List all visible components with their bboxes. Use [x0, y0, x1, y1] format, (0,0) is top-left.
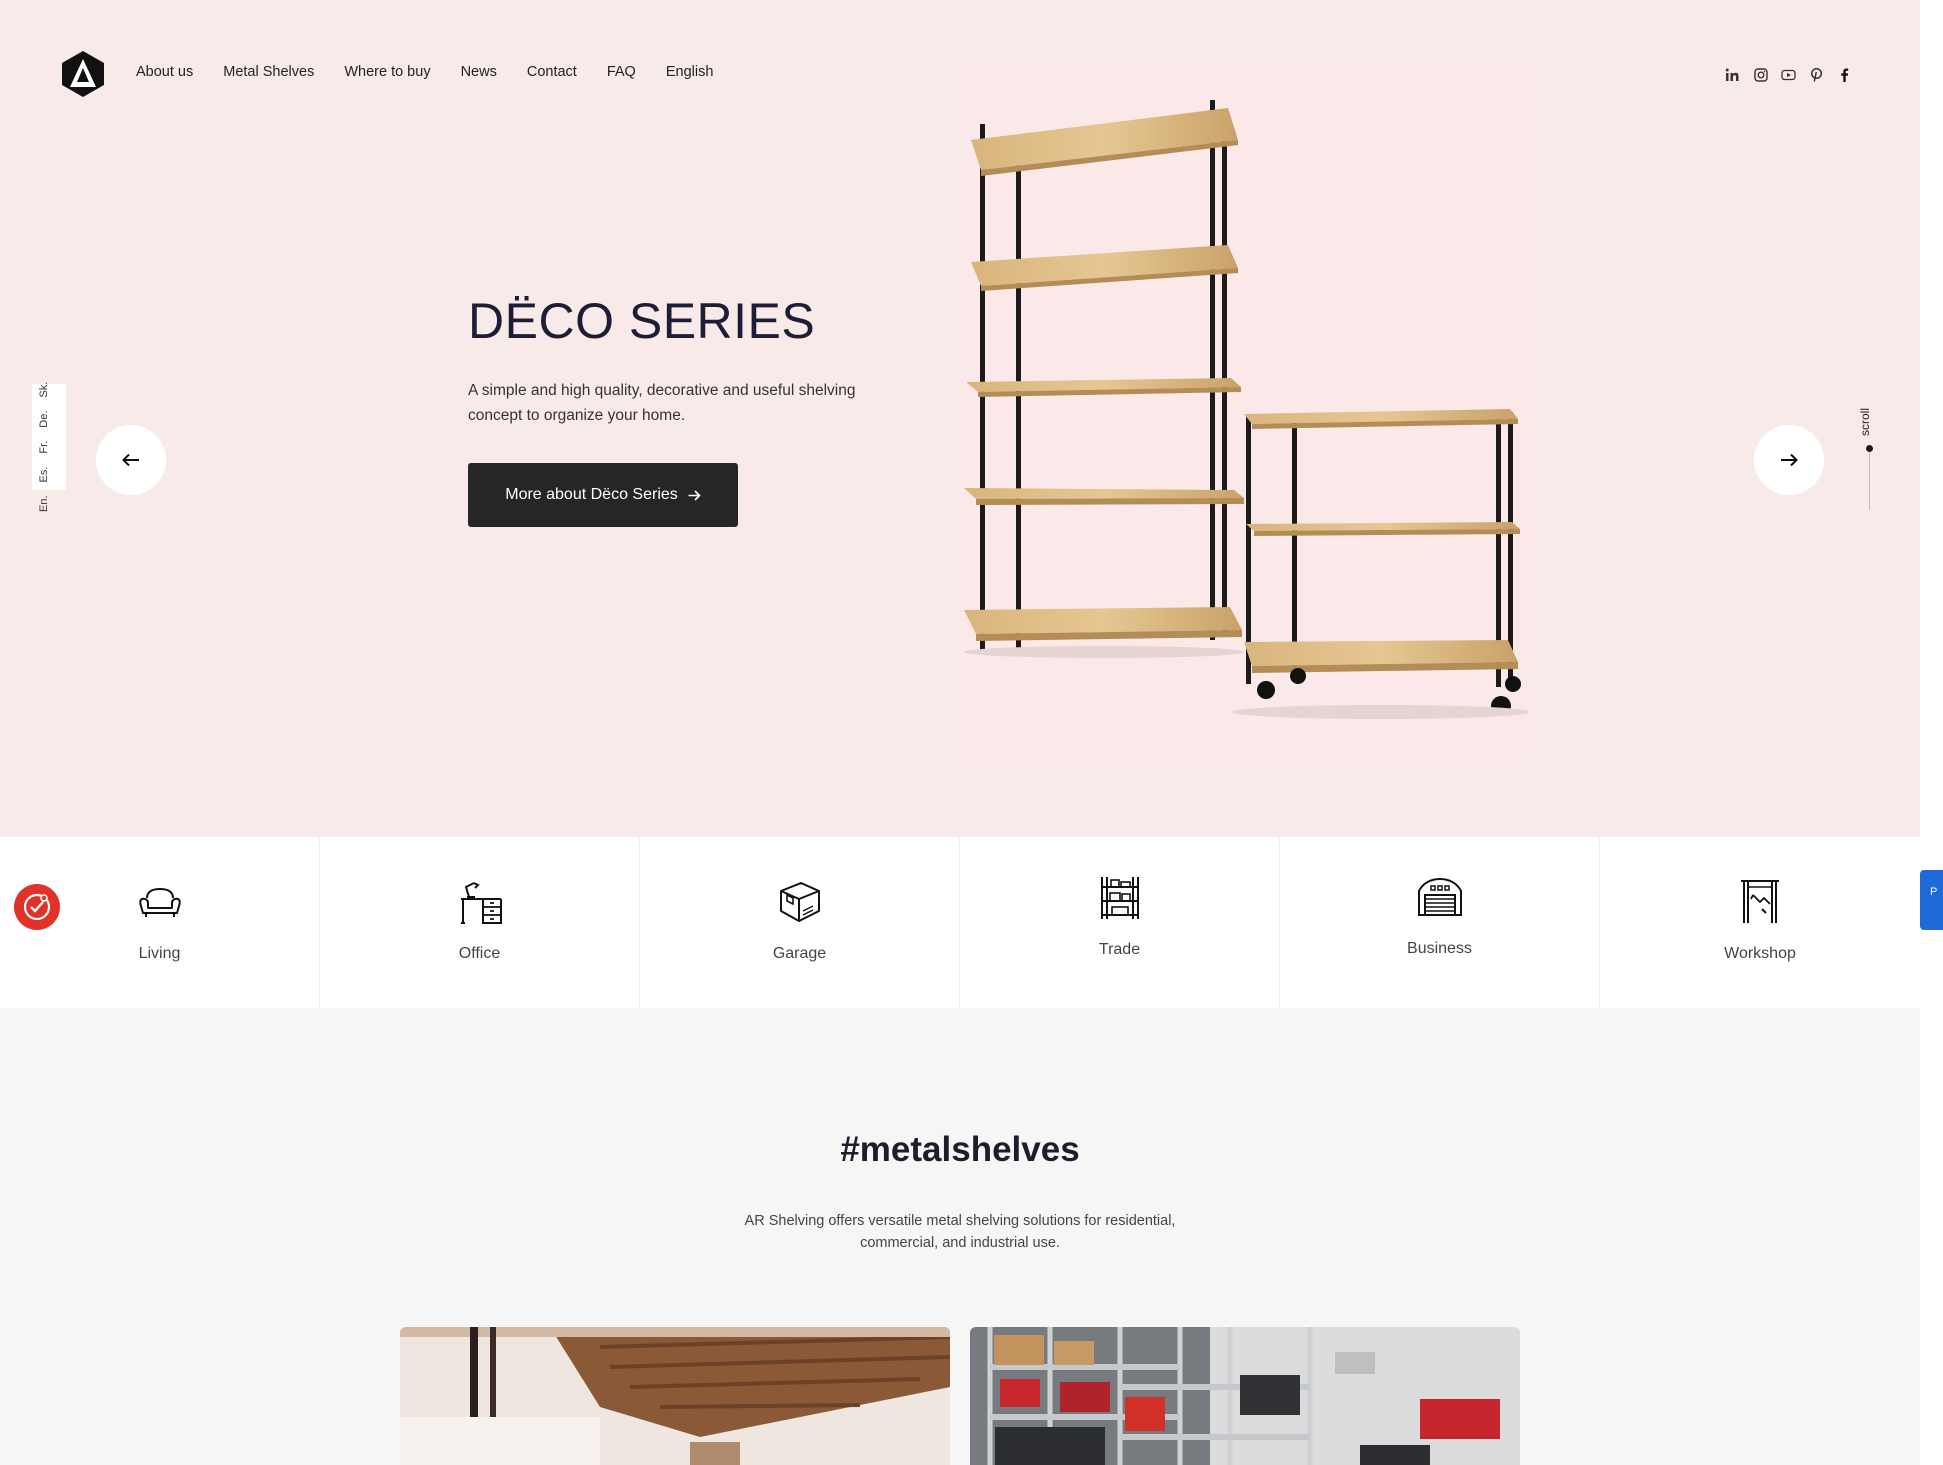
- living-room-photo-image: [400, 1327, 950, 1465]
- logo[interactable]: [58, 49, 108, 99]
- pinterest-icon[interactable]: [1808, 66, 1825, 83]
- category-label: Trade: [1098, 941, 1141, 958]
- hero-description: A simple and high quality, decorative an…: [468, 382, 856, 424]
- linkedin-icon[interactable]: [1724, 66, 1741, 83]
- warehouse-icon: [1417, 877, 1462, 916]
- armchair-icon: [138, 887, 181, 917]
- shelf-rack-icon: [1100, 877, 1139, 919]
- cookie-consent-button[interactable]: [14, 884, 60, 930]
- scroll-label: scroll: [1858, 407, 1872, 436]
- hero-cta-button[interactable]: More about Dëco Series: [468, 463, 738, 527]
- hero-product-image: [956, 62, 1528, 762]
- hero-title: DËCO SERIES: [468, 293, 816, 349]
- main-nav: About us Metal Shelves Where to buy News…: [136, 64, 743, 80]
- scroll-indicator-line[interactable]: [1869, 452, 1870, 510]
- slider-next-button[interactable]: [1754, 425, 1824, 495]
- nav-news[interactable]: News: [461, 64, 497, 80]
- category-office[interactable]: Office: [320, 837, 640, 1008]
- category-label: Office: [458, 945, 501, 962]
- garage-photo[interactable]: [970, 1327, 1520, 1465]
- cookie-check-icon: [23, 893, 51, 921]
- arrow-right-icon: [688, 489, 701, 501]
- living-room-photo[interactable]: [400, 1327, 950, 1465]
- category-workshop[interactable]: Workshop: [1600, 837, 1920, 1008]
- section-description: AR Shelving offers versatile metal shelv…: [744, 1213, 1176, 1251]
- nav-where-to-buy[interactable]: Where to buy: [344, 64, 430, 80]
- category-label: Living: [138, 945, 181, 962]
- scroll-indicator-dot: [1866, 445, 1873, 452]
- nav-language[interactable]: English: [666, 64, 714, 80]
- instagram-icon[interactable]: [1752, 66, 1769, 83]
- arrow-right-icon: [1781, 453, 1798, 467]
- nav-contact[interactable]: Contact: [527, 64, 577, 80]
- nav-faq[interactable]: FAQ: [607, 64, 636, 80]
- category-strip: Living Office Garage Trade Business Work…: [0, 837, 1920, 1008]
- slider-prev-button[interactable]: [96, 425, 166, 495]
- lang-fr[interactable]: Fr.: [38, 441, 50, 454]
- section-title: #metalshelves: [840, 1130, 1080, 1169]
- desk-icon: [460, 882, 502, 924]
- side-feedback-tab[interactable]: P: [1920, 870, 1943, 930]
- category-label: Business: [1407, 940, 1472, 957]
- side-tab-label: P: [1930, 886, 1938, 898]
- category-garage[interactable]: Garage: [640, 837, 960, 1008]
- lang-en[interactable]: En.: [38, 495, 50, 512]
- lang-sk[interactable]: Sk.: [38, 382, 50, 398]
- garage-photo-image: [970, 1327, 1520, 1465]
- right-edge-strip: [1920, 0, 1943, 1465]
- category-label: Workshop: [1724, 945, 1796, 962]
- category-business[interactable]: Business: [1280, 837, 1600, 1008]
- hero-section: About us Metal Shelves Where to buy News…: [0, 0, 1920, 837]
- social-links: [1724, 66, 1853, 83]
- category-trade[interactable]: Trade: [960, 837, 1280, 1008]
- nav-about-us[interactable]: About us: [136, 64, 193, 80]
- language-list: En. Es. Fr. De. Sk.: [38, 382, 50, 512]
- youtube-icon[interactable]: [1780, 66, 1797, 83]
- lang-es[interactable]: Es.: [38, 467, 50, 483]
- facebook-icon[interactable]: [1836, 66, 1853, 83]
- box-icon: [779, 882, 820, 922]
- lang-de[interactable]: De.: [38, 411, 50, 428]
- category-label: Garage: [772, 945, 827, 962]
- nav-metal-shelves[interactable]: Metal Shelves: [223, 64, 314, 80]
- arrow-left-icon: [122, 453, 139, 467]
- hero-cta-label: More about Dëco Series: [505, 486, 678, 503]
- workshop-icon: [1741, 880, 1779, 923]
